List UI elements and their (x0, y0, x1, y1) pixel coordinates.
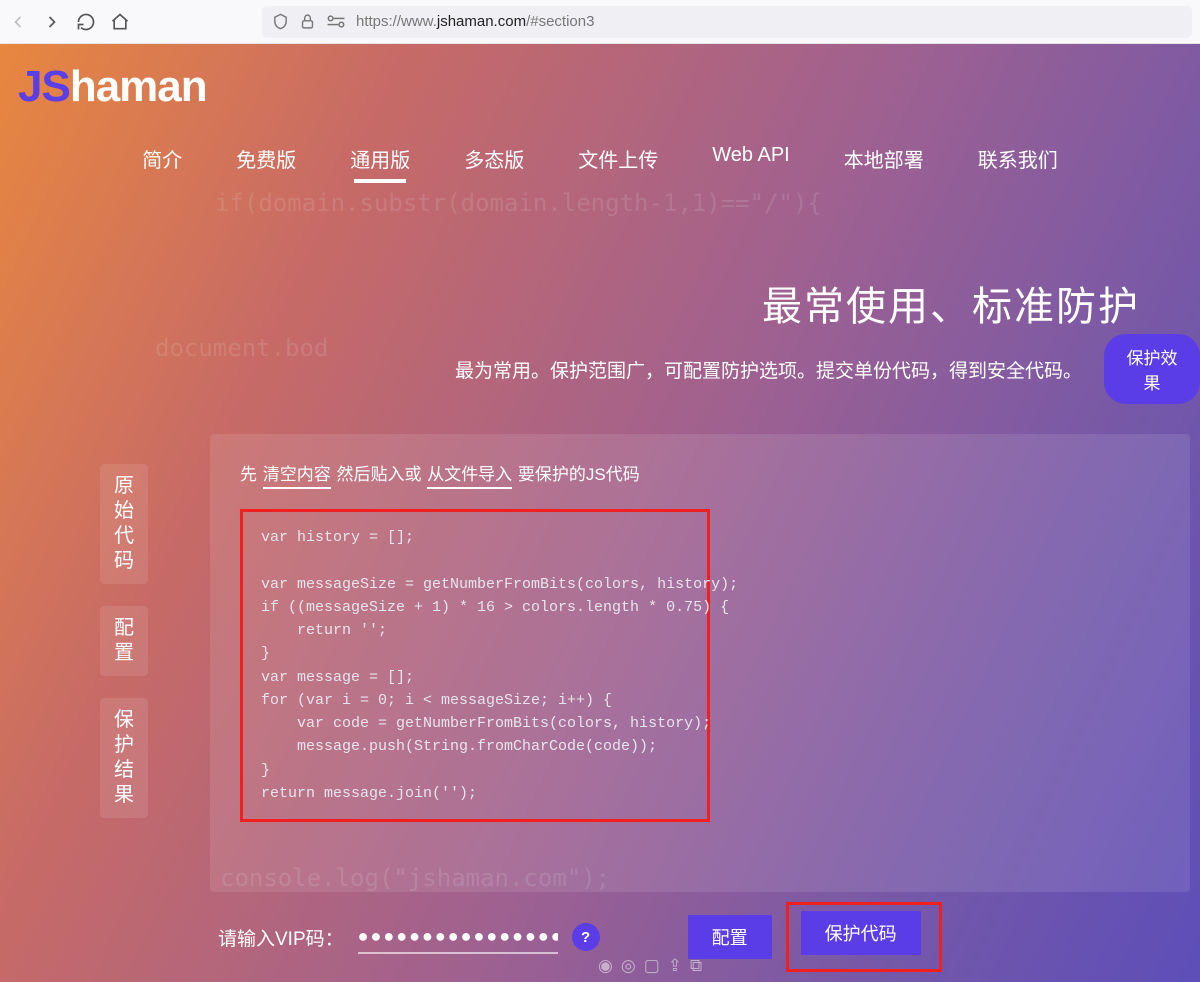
nav-poly[interactable]: 多态版 (464, 144, 524, 183)
vip-label: 请输入VIP码： (218, 924, 344, 951)
nav-upload[interactable]: 文件上传 (578, 144, 658, 183)
code-editor[interactable]: var history = []; var messageSize = getN… (240, 509, 710, 822)
side-tab-source[interactable]: 原始代码 (100, 464, 148, 584)
upload-icon[interactable]: ⇪ (668, 956, 682, 976)
protect-highlight: 保护代码 (786, 902, 942, 972)
address-bar[interactable]: https://www.jshaman.com/#section3 (262, 6, 1192, 38)
vip-input[interactable] (358, 920, 558, 954)
editor-card: 先 清空内容 然后贴入或 从文件导入 要保护的JS代码 var history … (210, 434, 1190, 892)
hero-subtitle: 最为常用。保护范围广，可配置防护选项。提交单份代码，得到安全代码。 (455, 356, 1082, 383)
nav-webapi[interactable]: Web API (712, 144, 789, 183)
clear-link[interactable]: 清空内容 (263, 465, 331, 489)
home-icon[interactable] (110, 12, 130, 32)
protect-effect-button[interactable]: 保护效果 (1104, 334, 1200, 404)
shield-icon[interactable] (272, 13, 289, 30)
hero-title: 最常使用、标准防护 (762, 274, 1140, 332)
url-text: https://www.jshaman.com/#section3 (356, 13, 594, 30)
logo[interactable]: JShaman (18, 62, 207, 112)
permissions-icon[interactable] (326, 13, 346, 30)
editor-instructions: 先 清空内容 然后贴入或 从文件导入 要保护的JS代码 (240, 460, 1160, 485)
decorative-code: if(domain.substr(domain.length-1,1)=="/"… (215, 189, 822, 217)
eye-icon[interactable]: ◉ (598, 956, 613, 976)
config-button[interactable]: 配置 (688, 915, 772, 959)
side-tab-config[interactable]: 配置 (100, 606, 148, 676)
protect-button[interactable]: 保护代码 (801, 911, 921, 955)
nav-intro[interactable]: 简介 (142, 144, 182, 183)
side-tab-result[interactable]: 保护结果 (100, 698, 148, 818)
copy-icon[interactable]: ⧉ (690, 956, 702, 976)
nav-free[interactable]: 免费版 (236, 144, 296, 183)
back-icon[interactable] (8, 12, 28, 32)
import-link[interactable]: 从文件导入 (427, 465, 512, 489)
nav-contact[interactable]: 联系我们 (978, 144, 1058, 183)
decorative-code: document.bod (155, 334, 328, 362)
help-button[interactable]: ? (572, 923, 600, 951)
main-nav: 简介 免费版 通用版 多态版 文件上传 Web API 本地部署 联系我们 (0, 144, 1200, 183)
nav-local[interactable]: 本地部署 (844, 144, 924, 183)
action-row: 请输入VIP码： ? 配置 保护代码 ◉ ◎ ▢ ⇪ ⧉ (218, 902, 1190, 972)
reload-icon[interactable] (76, 12, 96, 32)
nav-general[interactable]: 通用版 (350, 144, 410, 183)
browser-toolbar: https://www.jshaman.com/#section3 (0, 0, 1200, 44)
forward-icon[interactable] (42, 12, 62, 32)
lock-icon[interactable] (299, 13, 316, 30)
tool-icons: ◉ ◎ ▢ ⇪ ⧉ (598, 956, 702, 976)
save-icon[interactable]: ▢ (644, 956, 660, 976)
eye-off-icon[interactable]: ◎ (621, 956, 636, 976)
